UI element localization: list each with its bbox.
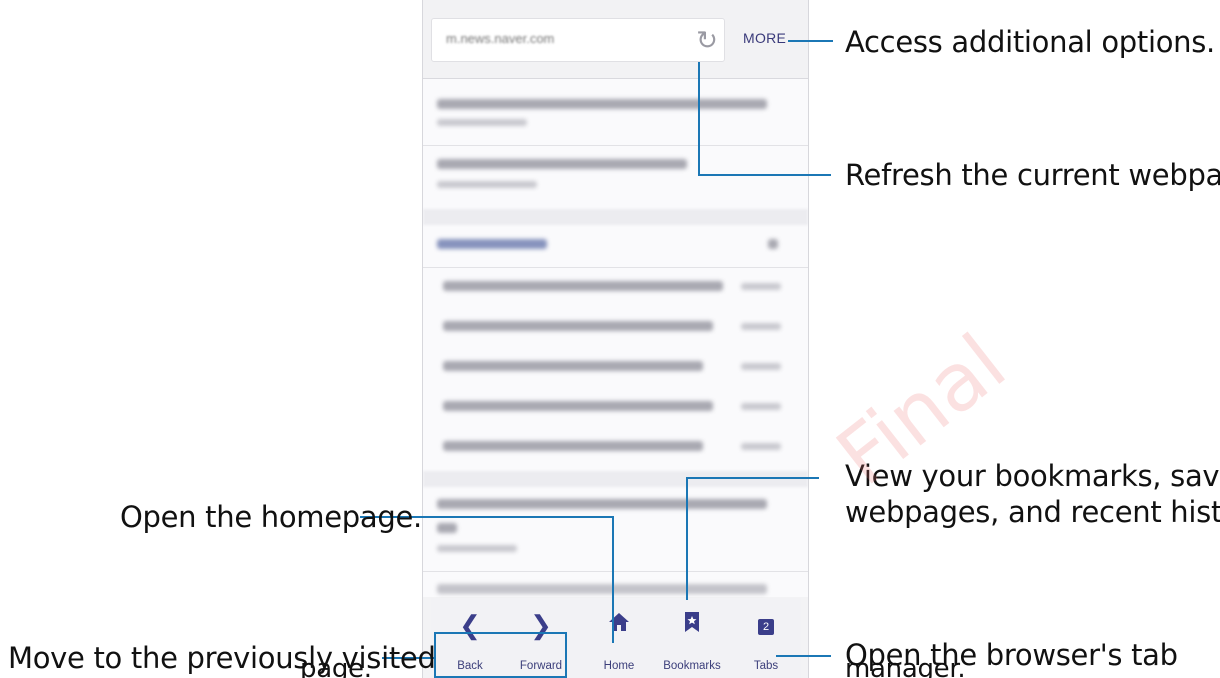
back-forward-highlight bbox=[434, 632, 567, 678]
bookmarks-connector-horizontal bbox=[686, 477, 819, 479]
url-text: m.news.naver.com bbox=[446, 31, 555, 46]
browser-screen: m.news.naver.com ↻ MORE ❮ Back ❯ Forward… bbox=[422, 0, 809, 678]
callout-more: Access additional options. bbox=[845, 25, 1215, 59]
callout-home: Open the homepage. bbox=[120, 500, 422, 534]
home-button[interactable]: Home bbox=[589, 598, 649, 678]
tabs-button[interactable]: 2 Tabs bbox=[736, 598, 796, 678]
tabs-label: Tabs bbox=[753, 660, 779, 672]
callout-back-2: page. bbox=[300, 661, 372, 678]
refresh-icon[interactable]: ↻ bbox=[694, 27, 720, 53]
address-bar: m.news.naver.com ↻ MORE bbox=[423, 0, 808, 79]
bookmark-icon bbox=[656, 610, 728, 640]
bookmarks-label: Bookmarks bbox=[663, 660, 721, 672]
tabs-connector bbox=[776, 655, 831, 657]
more-button[interactable]: MORE bbox=[743, 30, 786, 46]
tabs-icon: 2 bbox=[736, 610, 796, 640]
bookmarks-connector-vertical bbox=[686, 477, 688, 600]
callout-refresh: Refresh the current webpage. bbox=[845, 158, 1220, 192]
callout-bookmarks-2: webpages, and recent history. bbox=[845, 495, 1220, 529]
callout-tabs-2: manager. bbox=[845, 661, 966, 678]
home-icon bbox=[589, 610, 649, 640]
webpage-content bbox=[423, 79, 808, 597]
home-label: Home bbox=[603, 660, 635, 672]
url-field[interactable]: m.news.naver.com ↻ bbox=[431, 18, 725, 62]
home-connector-vertical bbox=[612, 516, 614, 643]
tab-count: 2 bbox=[758, 619, 774, 635]
refresh-connector-horizontal bbox=[698, 174, 831, 176]
more-connector bbox=[788, 40, 833, 42]
bookmarks-button[interactable]: Bookmarks bbox=[656, 598, 728, 678]
refresh-connector-vertical bbox=[698, 62, 700, 175]
